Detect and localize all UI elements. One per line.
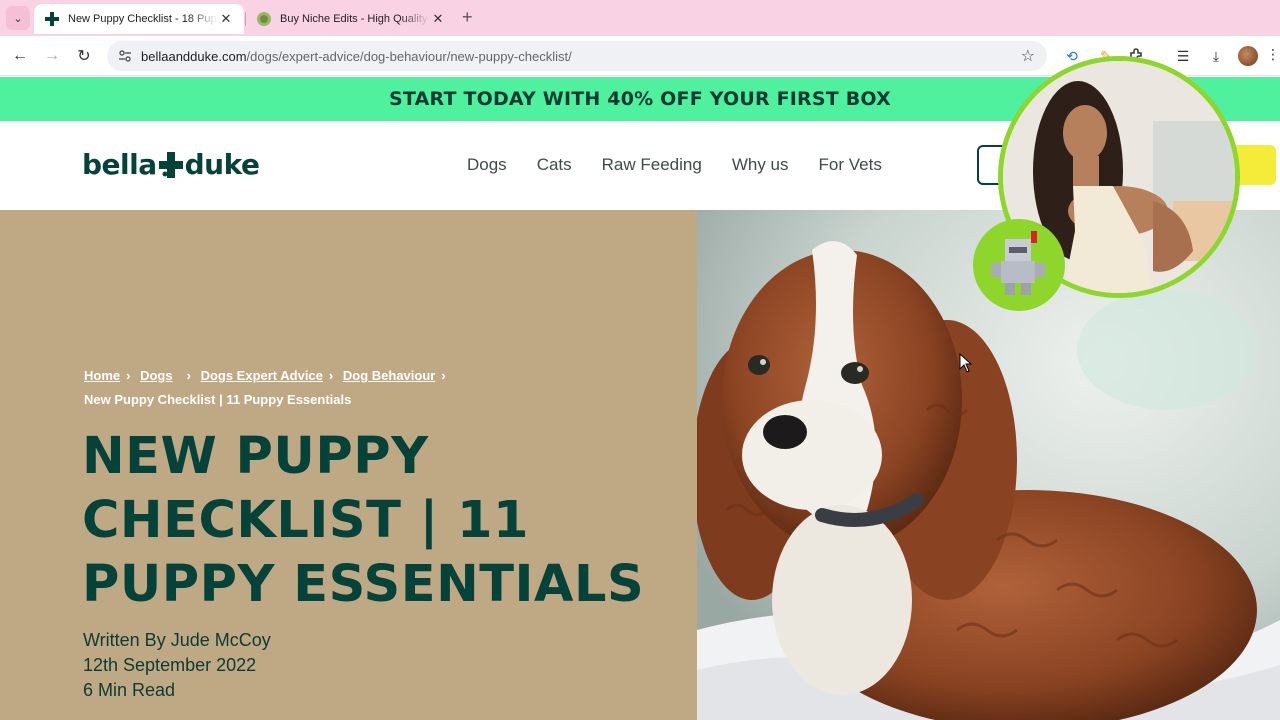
tab-new-puppy-checklist[interactable]: New Puppy Checklist - 18 Puppy Essential…	[34, 4, 244, 34]
breadcrumb-current: New Puppy Checklist | 11 Puppy Essential…	[84, 392, 352, 407]
breadcrumb-separator: ›	[441, 368, 446, 383]
breadcrumb-separator: ›	[186, 368, 191, 383]
nav-dogs[interactable]: Dogs	[467, 155, 507, 175]
article-meta: Written By Jude McCoy 12th September 202…	[83, 628, 271, 703]
site-settings-icon[interactable]	[117, 48, 133, 64]
promo-text: START TODAY WITH 40% OFF YOUR FIRST BOX	[389, 88, 891, 110]
logo-right-text: duke	[184, 148, 260, 181]
tab-strip: ⌄ New Puppy Checklist - 18 Puppy Essenti…	[0, 0, 1280, 36]
bella-duke-favicon-icon	[44, 11, 60, 27]
logo-left-text: bella	[82, 148, 157, 181]
url-text: bellaandduke.com/dogs/expert-advice/dog-…	[141, 48, 572, 64]
read-time: 6 Min Read	[83, 680, 176, 700]
nav-why-us[interactable]: Why us	[732, 155, 789, 175]
address-bar[interactable]: bellaandduke.com/dogs/expert-advice/dog-…	[107, 41, 1047, 71]
breadcrumb-separator: ›	[126, 368, 131, 383]
browser-menu-icon[interactable]: ⋮	[1266, 46, 1280, 66]
back-arrow-icon[interactable]: ←	[9, 45, 31, 67]
nav-raw-feeding[interactable]: Raw Feeding	[602, 155, 702, 175]
breadcrumb-dog-behaviour[interactable]: Dog Behaviour	[343, 368, 435, 383]
globe-favicon-icon	[256, 11, 272, 27]
tab-title: New Puppy Checklist - 18 Puppy Essential…	[68, 13, 218, 25]
page-title: NEW PUPPY CHECKLIST | 11 PUPPY ESSENTIAL…	[82, 427, 645, 614]
main-nav: Dogs Cats Raw Feeding Why us For Vets	[467, 155, 882, 175]
breadcrumb: Home › Dogs › Dogs Expert Advice › Dog Beha…	[84, 364, 684, 412]
breadcrumb-separator: ›	[328, 368, 334, 383]
nav-for-vets[interactable]: For Vets	[819, 155, 882, 175]
knight-avatar-badge	[973, 219, 1065, 311]
breadcrumb-dogs-expert-advice[interactable]: Dogs Expert Advice	[201, 368, 323, 383]
tab-close-icon[interactable]: ✕	[218, 11, 234, 27]
tab-search-chevron-icon[interactable]: ⌄	[6, 6, 30, 30]
download-icon[interactable]: ⤓	[1206, 46, 1226, 66]
forward-arrow-icon[interactable]: →	[41, 45, 63, 67]
mouse-cursor-icon	[959, 353, 973, 373]
reading-list-icon[interactable]: ☰	[1173, 46, 1193, 66]
tab-close-icon[interactable]: ✕	[430, 11, 446, 27]
bookmark-star-icon[interactable]: ☆	[1021, 46, 1035, 66]
nav-cats[interactable]: Cats	[537, 155, 572, 175]
new-tab-plus-icon[interactable]: +	[462, 7, 473, 28]
tab-buy-niche-edits[interactable]: Buy Niche Edits - High Quality Niche Edi…	[246, 4, 456, 34]
breadcrumb-home[interactable]: Home	[84, 368, 120, 383]
reload-icon[interactable]: ↻	[73, 45, 95, 67]
breadcrumb-dogs[interactable]: Dogs	[140, 368, 173, 383]
logo-plus-icon	[158, 150, 184, 180]
bella-duke-logo[interactable]: bella duke	[82, 148, 260, 181]
publish-date: 12th September 2022	[83, 655, 257, 675]
author-line: Written By Jude McCoy	[83, 630, 271, 650]
profile-avatar[interactable]	[1238, 46, 1258, 66]
tab-title: Buy Niche Edits - High Quality Niche Edi…	[280, 13, 430, 25]
pixel-knight-icon	[991, 231, 1045, 295]
